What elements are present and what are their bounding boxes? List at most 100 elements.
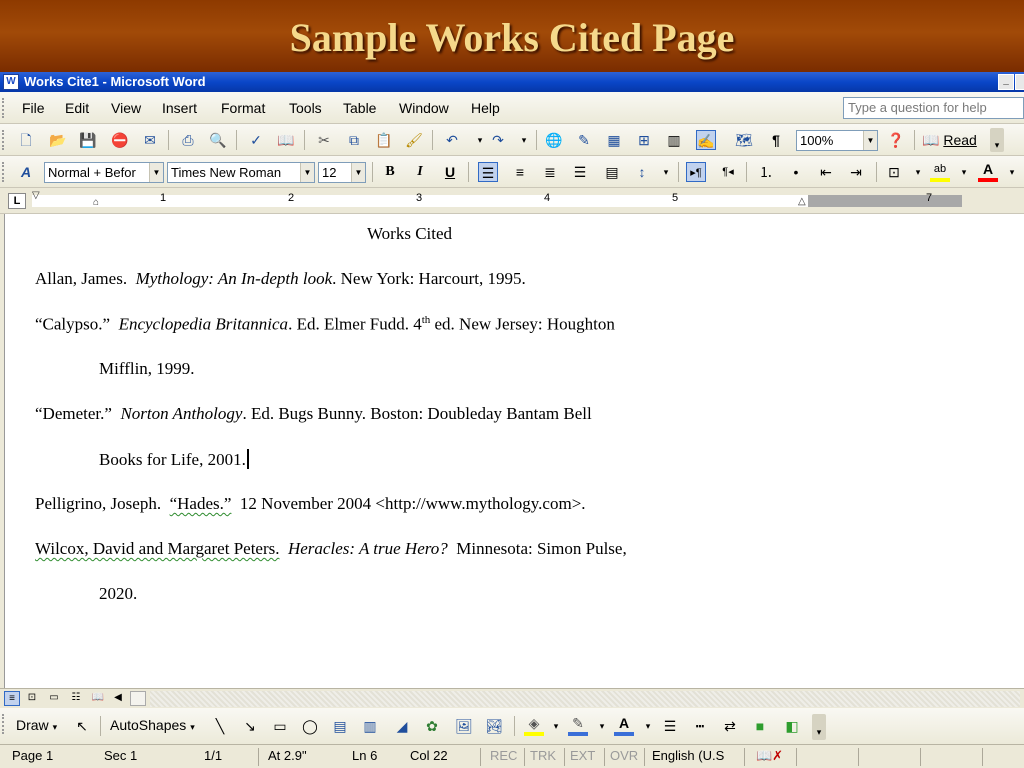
dash-style-icon[interactable]: ┅	[690, 716, 710, 736]
menu-window[interactable]: Window	[399, 100, 449, 116]
insert-picture-icon[interactable]: 🏞	[484, 716, 504, 736]
select-objects-icon[interactable]: ↖	[72, 716, 92, 736]
font-size-select[interactable]: 12 ▼	[318, 162, 366, 183]
bullets-icon[interactable]: •	[786, 162, 806, 182]
align-left-icon[interactable]: ☰	[478, 162, 498, 182]
align-center-icon[interactable]: ≡	[510, 162, 530, 182]
outline-view-icon[interactable]: ☷	[68, 691, 84, 706]
insert-table-icon[interactable]: ▦	[604, 130, 624, 150]
maximize-button[interactable]	[1015, 74, 1024, 90]
right-indent-marker-icon[interactable]: △	[798, 196, 806, 207]
columns-icon[interactable]: ▥	[664, 130, 684, 150]
horizontal-scrollbar[interactable]	[150, 691, 1020, 707]
zoom-select[interactable]: 100% ▼	[796, 130, 878, 151]
permission-icon[interactable]: ⛔	[110, 130, 130, 150]
menu-edit[interactable]: Edit	[65, 100, 89, 116]
first-line-indent-marker-icon[interactable]: ▽	[32, 190, 40, 201]
font-select[interactable]: Times New Roman ▼	[167, 162, 315, 183]
right-to-left-icon[interactable]: ¶◂	[718, 162, 738, 182]
underline-icon[interactable]: U	[440, 162, 460, 182]
web-layout-icon[interactable]: ⊡	[24, 691, 40, 706]
drawing-toolbar-grip[interactable]	[2, 714, 5, 734]
hanging-indent-marker-icon[interactable]: ⌂	[93, 197, 99, 208]
hyperlink-icon[interactable]: 🌐	[544, 130, 564, 150]
shadow-style-icon[interactable]: ■	[750, 716, 770, 736]
chevron-down-icon[interactable]: ▼	[149, 163, 163, 182]
menu-help[interactable]: Help	[471, 100, 500, 116]
clip-art-icon[interactable]: 🖼	[454, 716, 474, 736]
save-icon[interactable]: 💾	[78, 130, 98, 150]
document-page[interactable]: Works Cited Allan, James. Mythology: An …	[4, 214, 1024, 688]
borders-dropdown-icon[interactable]: ▾	[908, 162, 928, 182]
status-rec[interactable]: REC	[490, 745, 517, 767]
redo-dropdown-icon[interactable]: ▾	[514, 130, 534, 150]
numbering-icon[interactable]: ⒈	[756, 162, 776, 182]
italic-icon[interactable]: I	[410, 162, 430, 182]
tab-selector-icon[interactable]: L	[8, 193, 26, 209]
arrow-style-icon[interactable]: ⇄	[720, 716, 740, 736]
style-select[interactable]: Normal + Befor ▼	[44, 162, 164, 183]
print-layout-icon[interactable]: ▭	[46, 691, 62, 706]
menu-table[interactable]: Table	[343, 100, 376, 116]
help-icon[interactable]: ❓	[886, 130, 906, 150]
menu-insert[interactable]: Insert	[162, 100, 197, 116]
reading-layout-icon[interactable]: 📖	[90, 691, 106, 706]
status-ext[interactable]: EXT	[570, 745, 595, 767]
scroll-left-icon[interactable]: ◀	[110, 691, 126, 706]
line-style-icon[interactable]: ☰	[660, 716, 680, 736]
paste-icon[interactable]: 📋	[374, 130, 394, 150]
menu-file[interactable]: File	[22, 100, 45, 116]
text-box-icon[interactable]: ▤	[330, 716, 350, 736]
3d-style-icon[interactable]: ◧	[782, 716, 802, 736]
insert-excel-icon[interactable]: ⊞	[634, 130, 654, 150]
menubar-grip[interactable]	[2, 98, 5, 118]
diagram-icon[interactable]: ✿	[422, 716, 442, 736]
cut-icon[interactable]: ✂	[314, 130, 334, 150]
left-to-right-icon[interactable]: ▸¶	[686, 162, 706, 182]
format-painter-icon[interactable]: 🖌	[404, 130, 424, 150]
horizontal-ruler[interactable]: L 1 2 3 4 5 7 ▽ ⌂ △	[0, 188, 1024, 214]
font-color-dropdown-icon[interactable]: ▾	[638, 716, 658, 736]
font-color-icon[interactable]: A	[978, 162, 998, 182]
email-icon[interactable]: ✉	[140, 130, 160, 150]
read-button[interactable]: 📖 Read	[922, 130, 977, 150]
line-color-dropdown-icon[interactable]: ▾	[592, 716, 612, 736]
standard-toolbar-grip[interactable]	[2, 130, 5, 150]
scroll-thumb[interactable]	[130, 691, 146, 706]
normal-view-icon[interactable]: ≡	[4, 691, 20, 706]
help-search-input[interactable]: Type a question for help	[843, 97, 1024, 119]
vertical-text-box-icon[interactable]: ▥	[360, 716, 380, 736]
chevron-down-icon[interactable]: ▼	[300, 163, 314, 182]
rectangle-icon[interactable]: ▭	[270, 716, 290, 736]
autoshapes-menu-button[interactable]: AutoShapes ▾	[110, 717, 195, 733]
wordart-icon[interactable]: ◢	[392, 716, 412, 736]
decrease-indent-icon[interactable]: ⇤	[816, 162, 836, 182]
highlight-icon[interactable]: ab	[930, 162, 950, 182]
line-spacing-dropdown-icon[interactable]: ▾	[656, 162, 676, 182]
chevron-down-icon[interactable]: ▼	[351, 163, 365, 182]
fill-color-icon[interactable]: ◈	[524, 716, 544, 736]
tables-borders-icon[interactable]: ✎	[574, 130, 594, 150]
minimize-button[interactable]: _	[998, 74, 1014, 90]
formatting-toolbar-grip[interactable]	[2, 162, 5, 182]
bold-icon[interactable]: B	[380, 162, 400, 182]
undo-dropdown-icon[interactable]: ▾	[470, 130, 490, 150]
menu-format[interactable]: Format	[221, 100, 265, 116]
font-color-icon[interactable]: A	[614, 716, 634, 736]
font-color-dropdown-icon[interactable]: ▾	[1002, 162, 1022, 182]
toolbar-options-icon[interactable]: ▾	[812, 714, 826, 740]
line-spacing-icon[interactable]: ↕	[632, 162, 652, 182]
fill-color-dropdown-icon[interactable]: ▾	[546, 716, 566, 736]
styles-formatting-icon[interactable]: A	[16, 162, 36, 182]
status-ovr[interactable]: OVR	[610, 745, 638, 767]
status-trk[interactable]: TRK	[530, 745, 556, 767]
spelling-icon[interactable]: ✓	[246, 130, 266, 150]
menu-tools[interactable]: Tools	[289, 100, 322, 116]
borders-icon[interactable]: ⊡	[884, 162, 904, 182]
spelling-status-icon[interactable]: 📖✗	[756, 745, 783, 767]
print-preview-icon[interactable]: 🔍	[208, 130, 228, 150]
chevron-down-icon[interactable]: ▼	[863, 131, 877, 150]
line-icon[interactable]: ╲	[210, 716, 230, 736]
drawing-icon[interactable]: ✍	[696, 130, 716, 150]
highlight-dropdown-icon[interactable]: ▾	[954, 162, 974, 182]
